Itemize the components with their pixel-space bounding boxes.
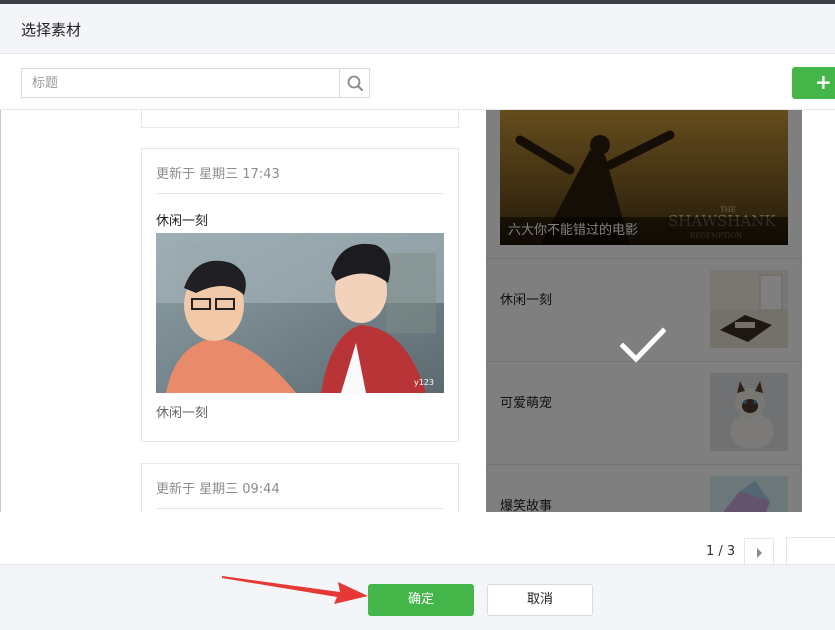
card-update-time: 更新于 星期三 09:44 [156,482,280,497]
material-card[interactable] [141,110,459,128]
card-title: 休闲一刻 [156,214,209,229]
confirm-button[interactable]: 确定 [368,584,474,616]
pagination: 1 / 3 [0,512,835,569]
dialog-title: 选择素材 [21,21,82,39]
divider [156,193,444,194]
page-indicator: 1 / 3 [706,544,736,559]
divider [0,110,1,512]
card-digest: 休闲一刻 [156,406,209,421]
divider [156,508,444,509]
search-button[interactable] [339,68,370,98]
search-input[interactable] [21,68,339,98]
dialog-footer: 确定 取消 [0,564,835,630]
card-cover-image: y123 [156,233,444,393]
plus-icon: + [815,70,832,94]
material-card[interactable]: 更新于 星期三 09:44 [141,463,459,512]
material-card[interactable]: 更新于 星期三 17:43 休闲一刻 y123 休闲一刻 [141,148,459,442]
search-icon [347,75,363,91]
annotation-arrow [222,576,368,604]
add-material-button[interactable]: + [792,67,835,99]
selected-overlay [486,110,802,512]
svg-text:y123: y123 [414,378,434,387]
selected-material-card[interactable]: THE SHAWSHANK REDEMPTION 六大你不能错过的电影 休闲一刻… [486,110,802,512]
dialog-header: 选择素材 [0,4,835,54]
card-update-time: 更新于 星期三 17:43 [156,167,280,182]
check-icon [620,327,666,363]
toolbar: + [0,55,835,110]
cancel-button[interactable]: 取消 [487,584,593,616]
material-list[interactable]: 更新于 星期三 17:43 休闲一刻 y123 休闲一刻 更新于 星期三 09:… [0,110,835,512]
chevron-right-icon [757,548,762,558]
